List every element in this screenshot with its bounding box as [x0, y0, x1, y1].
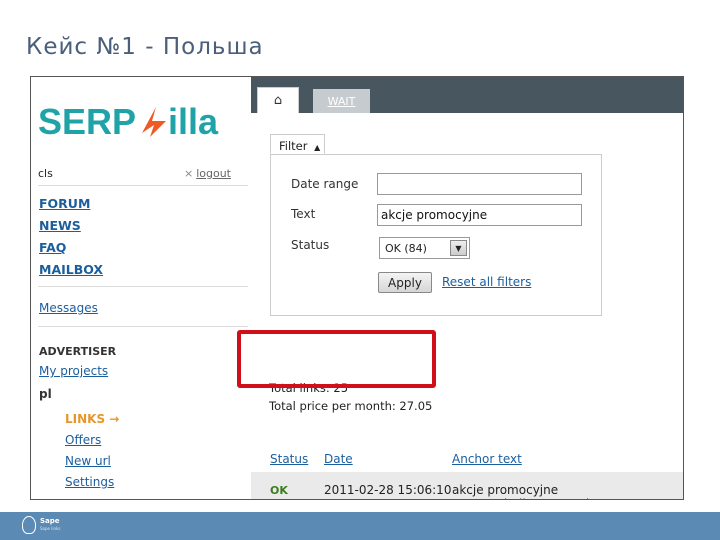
my-projects-link[interactable]: My projects	[39, 364, 108, 378]
logout-link[interactable]: × logout	[184, 167, 231, 180]
row-date: 2011-02-28 15:06:10	[324, 483, 452, 497]
apply-button[interactable]: Apply	[378, 272, 432, 293]
project-settings-link[interactable]: Settings	[65, 475, 114, 489]
reset-filters-link[interactable]: Reset all filters	[442, 275, 531, 289]
nav-forum[interactable]: FORUM	[39, 196, 90, 211]
logout-label: logout	[196, 167, 231, 180]
filter-label: Filter	[279, 139, 308, 153]
date-range-input[interactable]	[377, 173, 582, 195]
column-date[interactable]: Date	[324, 452, 353, 466]
sape-tagline: Sape links	[40, 526, 61, 531]
close-icon: ×	[183, 167, 194, 180]
caret-up-icon: ▲	[314, 143, 321, 152]
messages-link[interactable]: Messages	[39, 301, 98, 315]
status-label: Status	[291, 238, 330, 252]
chevron-down-icon: ▼	[450, 240, 467, 256]
highlight-box	[237, 330, 436, 388]
logo-bolt-icon	[142, 107, 166, 137]
column-anchor-text[interactable]: Anchor text	[452, 452, 522, 466]
text-label: Text	[291, 207, 316, 221]
filter-toggle[interactable]: Filter ▲	[270, 134, 325, 154]
project-links-link[interactable]: LINKS →	[65, 412, 119, 426]
footer-bar: Sape Sape links	[0, 512, 720, 540]
project-name: pl	[39, 387, 52, 401]
serpzilla-logo: SERP illa	[38, 101, 219, 139]
sape-mark-icon	[22, 516, 36, 534]
sape-logo: Sape Sape links	[22, 516, 60, 534]
screenshot-frame: SERP illa cls × logout FORUM NEWS FAQ MAI…	[30, 76, 684, 500]
text-input[interactable]: akcje promocyjne	[377, 204, 582, 226]
status-select-value: OK (84)	[385, 242, 427, 255]
nav-faq[interactable]: FAQ	[39, 240, 66, 255]
logo-text-left: SERP	[38, 101, 136, 139]
divider	[38, 326, 248, 327]
logo-text-right: illa	[168, 101, 219, 139]
filter-panel: Date range Text akcje promocyjne Status …	[270, 154, 602, 316]
username: cls	[38, 167, 53, 180]
total-price: Total price per month: 27.05	[269, 399, 433, 413]
advertiser-heading: ADVERTISER	[39, 345, 117, 358]
status-select[interactable]: OK (84) ▼	[379, 237, 470, 259]
project-offers-link[interactable]: Offers	[65, 433, 101, 447]
sape-brand: Sape	[40, 517, 60, 525]
tab-bar: ⌂ WAIT	[251, 77, 683, 113]
nav-news[interactable]: NEWS	[39, 218, 81, 233]
date-range-label: Date range	[291, 177, 359, 191]
column-status[interactable]: Status	[270, 452, 308, 466]
tab-home[interactable]: ⌂	[257, 87, 299, 113]
tab-wait[interactable]: WAIT	[313, 89, 370, 113]
nav-mailbox[interactable]: MAILBOX	[39, 262, 103, 277]
status-badge: OK	[270, 484, 288, 497]
row-anchor-text: akcje promocyjne www.preludium.com.pl	[452, 483, 589, 499]
project-new-url-link[interactable]: New url	[65, 454, 111, 468]
sidebar: SERP illa cls × logout FORUM NEWS FAQ MAI…	[31, 77, 251, 499]
main-content: Filter ▲ Date range Text akcje promocyjn…	[251, 113, 683, 499]
slide-title: Кейс №1 - Польша	[26, 34, 264, 60]
divider	[38, 185, 248, 186]
home-icon: ⌂	[273, 93, 283, 108]
table-row: OK 2011-02-28 15:06:10 akcje promocyjne …	[251, 472, 683, 499]
divider	[38, 286, 248, 287]
